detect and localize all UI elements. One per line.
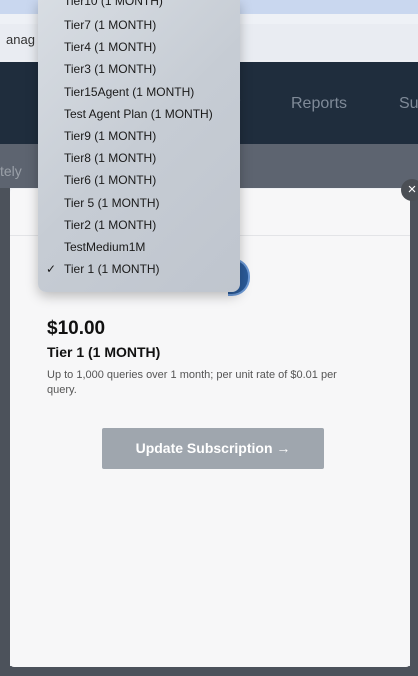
plan-description: Up to 1,000 queries over 1 month; per un… — [47, 369, 337, 396]
dropdown-item[interactable]: Tier10 (1 MONTH) — [64, 0, 163, 8]
dropdown-item[interactable]: TestMedium1M — [64, 240, 145, 254]
dropdown-item[interactable]: Test Agent Plan (1 MONTH) — [64, 107, 213, 121]
nav-link-su[interactable]: Su — [399, 95, 418, 113]
dropdown-item[interactable]: Tier6 (1 MONTH) — [64, 173, 156, 187]
dropdown-item[interactable]: Tier 5 (1 MONTH) — [64, 196, 160, 210]
nav-link-reports[interactable]: Reports — [291, 95, 347, 113]
dropdown-item[interactable]: Tier9 (1 MONTH) — [64, 129, 156, 143]
dropdown-item[interactable]: Tier8 (1 MONTH) — [64, 151, 156, 165]
overlay-bottom — [0, 666, 418, 676]
plan-price: $10.00 — [47, 318, 106, 339]
update-subscription-button[interactable]: Update Subscription → — [102, 428, 324, 469]
close-icon[interactable]: × — [401, 179, 418, 201]
dropdown-item[interactable]: Tier4 (1 MONTH) — [64, 40, 156, 54]
plan-name: Tier 1 (1 MONTH) — [47, 344, 161, 360]
dropdown-item[interactable]: Tier3 (1 MONTH) — [64, 62, 156, 76]
address-text: anag — [6, 32, 35, 47]
check-icon: ✓ — [46, 262, 57, 276]
overlay-right — [410, 188, 418, 676]
dropdown-item[interactable]: Tier2 (1 MONTH) — [64, 218, 156, 232]
plan-dropdown-menu: Tier10 (1 MONTH) Tier7 (1 MONTH) Tier4 (… — [38, 0, 240, 292]
band-text: tely — [0, 163, 22, 179]
overlay-left — [0, 188, 10, 676]
dropdown-item-selected[interactable]: Tier 1 (1 MONTH) — [64, 262, 160, 276]
dropdown-item[interactable]: Tier15Agent (1 MONTH) — [64, 85, 194, 99]
dropdown-item[interactable]: Tier7 (1 MONTH) — [64, 18, 156, 32]
